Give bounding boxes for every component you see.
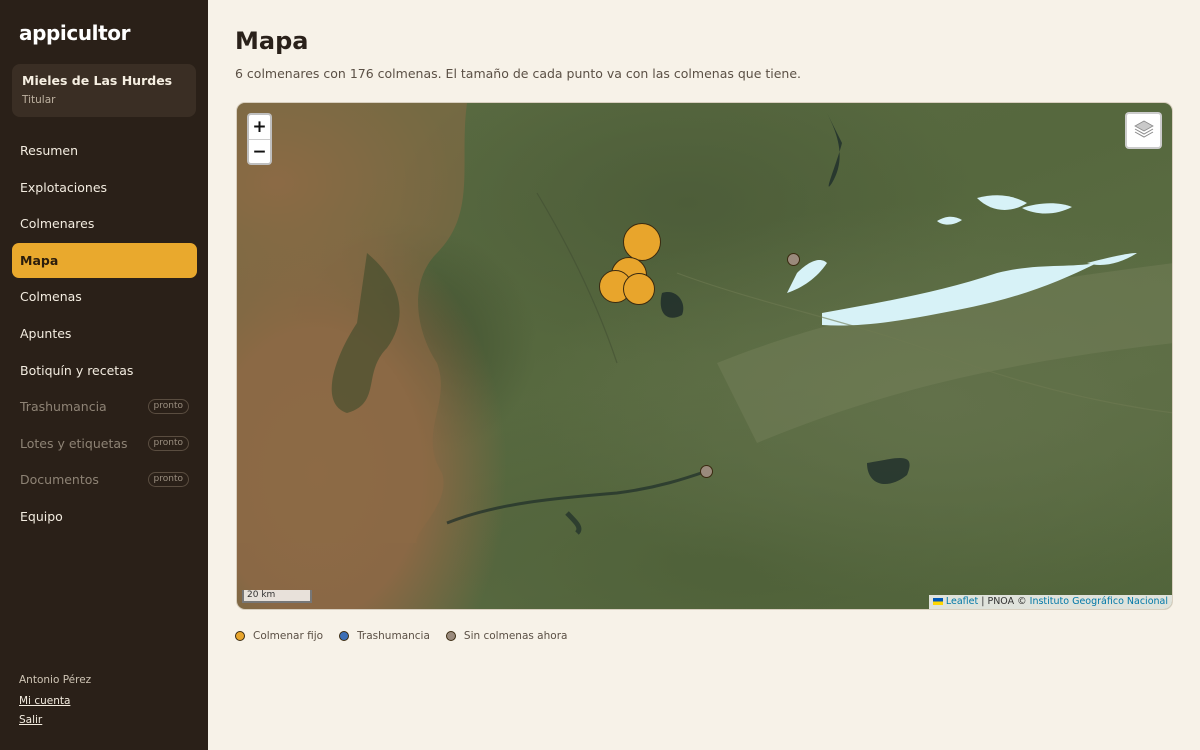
sidebar-item-colmenares[interactable]: Colmenares [12, 206, 197, 241]
sidebar-item-label: Botiquín y recetas [20, 362, 134, 378]
sidebar-item-colmenas[interactable]: Colmenas [12, 279, 197, 314]
sidebar-item-explotaciones[interactable]: Explotaciones [12, 170, 197, 205]
sidebar-item-label: Mapa [20, 252, 59, 268]
legend-swatch-icon [339, 631, 350, 641]
sidebar-item-label: Resumen [20, 143, 79, 158]
user-block: Antonio Pérez Mi cuenta Salir [19, 674, 91, 726]
leaflet-link[interactable]: Leaflet [946, 596, 978, 607]
zoom-control: + − [247, 113, 272, 165]
legend-label: Sin colmenas ahora [463, 630, 568, 642]
sidebar-item-label: Equipo [20, 508, 63, 524]
coming-soon-badge: pronto [147, 472, 189, 488]
coming-soon-badge: pronto [147, 399, 189, 415]
brand-logo[interactable]: appicultor [19, 21, 131, 45]
sidebar-item-label: Documentos [20, 472, 99, 488]
zoom-out-button[interactable]: − [249, 139, 270, 163]
map-scale: 20 km [242, 590, 312, 603]
legend-swatch-icon [445, 631, 456, 641]
map-attribution: Leaflet | PNOA © Instituto Geográfico Na… [928, 595, 1172, 609]
sidebar-item-equipo[interactable]: Equipo [12, 499, 197, 534]
sidebar-item-label: Apuntes [20, 325, 72, 341]
map-terrain [237, 103, 1172, 543]
my-account-link[interactable]: Mi cuenta [19, 695, 91, 707]
sidebar-item-lotes-y-etiquetas[interactable]: Lotes y etiquetas pronto [12, 426, 197, 461]
coming-soon-badge: pronto [147, 435, 189, 451]
sidebar-item-documentos[interactable]: Documentos pronto [12, 462, 197, 497]
apiary-marker-empty[interactable] [786, 252, 800, 266]
sidebar-item-label: Lotes y etiquetas [20, 435, 128, 451]
organization-name: Mieles de Las Hurdes [22, 73, 173, 88]
sidebar-item-label: Explotaciones [20, 179, 108, 195]
map-view[interactable]: + − 20 km Leaflet | PNOA © Instituto Geo… [236, 102, 1173, 610]
sidebar: appicultor Mieles de Las Hurdes Titular … [0, 0, 208, 750]
sidebar-nav: Resumen Explotaciones Colmenares Mapa Colmen… [12, 133, 197, 536]
organization-card[interactable]: Mieles de Las Hurdes Titular [12, 64, 196, 117]
user-name: Antonio Pérez [19, 674, 92, 686]
legend-item: Trashumancia [339, 630, 430, 642]
sidebar-item-label: Trashumancia [20, 399, 107, 415]
legend-item: Sin colmenas ahora [445, 630, 568, 642]
zoom-in-button[interactable]: + [249, 115, 270, 139]
ukraine-flag-icon [932, 598, 943, 605]
apiary-marker-fixed[interactable] [623, 223, 661, 261]
apiary-marker-empty[interactable] [699, 464, 713, 478]
sidebar-item-label: Colmenas [20, 289, 82, 305]
sidebar-item-mapa[interactable]: Mapa [12, 242, 197, 278]
attribution-source: | PNOA © [978, 596, 1030, 607]
apiary-marker-fixed[interactable] [623, 273, 655, 305]
sidebar-item-resumen[interactable]: Resumen [12, 133, 197, 168]
sidebar-item-label: Colmenares [20, 216, 95, 232]
legend-item: Colmenar fijo [235, 630, 323, 642]
legend-swatch-icon [235, 631, 245, 641]
sidebar-item-trashumancia[interactable]: Trashumancia pronto [12, 389, 197, 424]
layers-icon [1133, 118, 1155, 144]
logout-link[interactable]: Salir [19, 714, 91, 726]
organization-role: Titular [22, 94, 56, 106]
map-legend: Colmenar fijo Trashumancia Sin colmenas ah… [235, 630, 583, 642]
page-title: Mapa [235, 27, 309, 55]
layers-button[interactable] [1125, 112, 1162, 149]
sidebar-item-botiquín-y-recetas[interactable]: Botiquín y recetas [12, 353, 197, 388]
legend-label: Colmenar fijo [253, 630, 324, 642]
sidebar-item-apuntes[interactable]: Apuntes [12, 316, 197, 351]
page-subtitle: 6 colmenares con 176 colmenas. El tamaño… [235, 66, 802, 81]
ign-link[interactable]: Instituto Geográfico Nacional [1030, 596, 1168, 607]
legend-label: Trashumancia [357, 630, 430, 642]
